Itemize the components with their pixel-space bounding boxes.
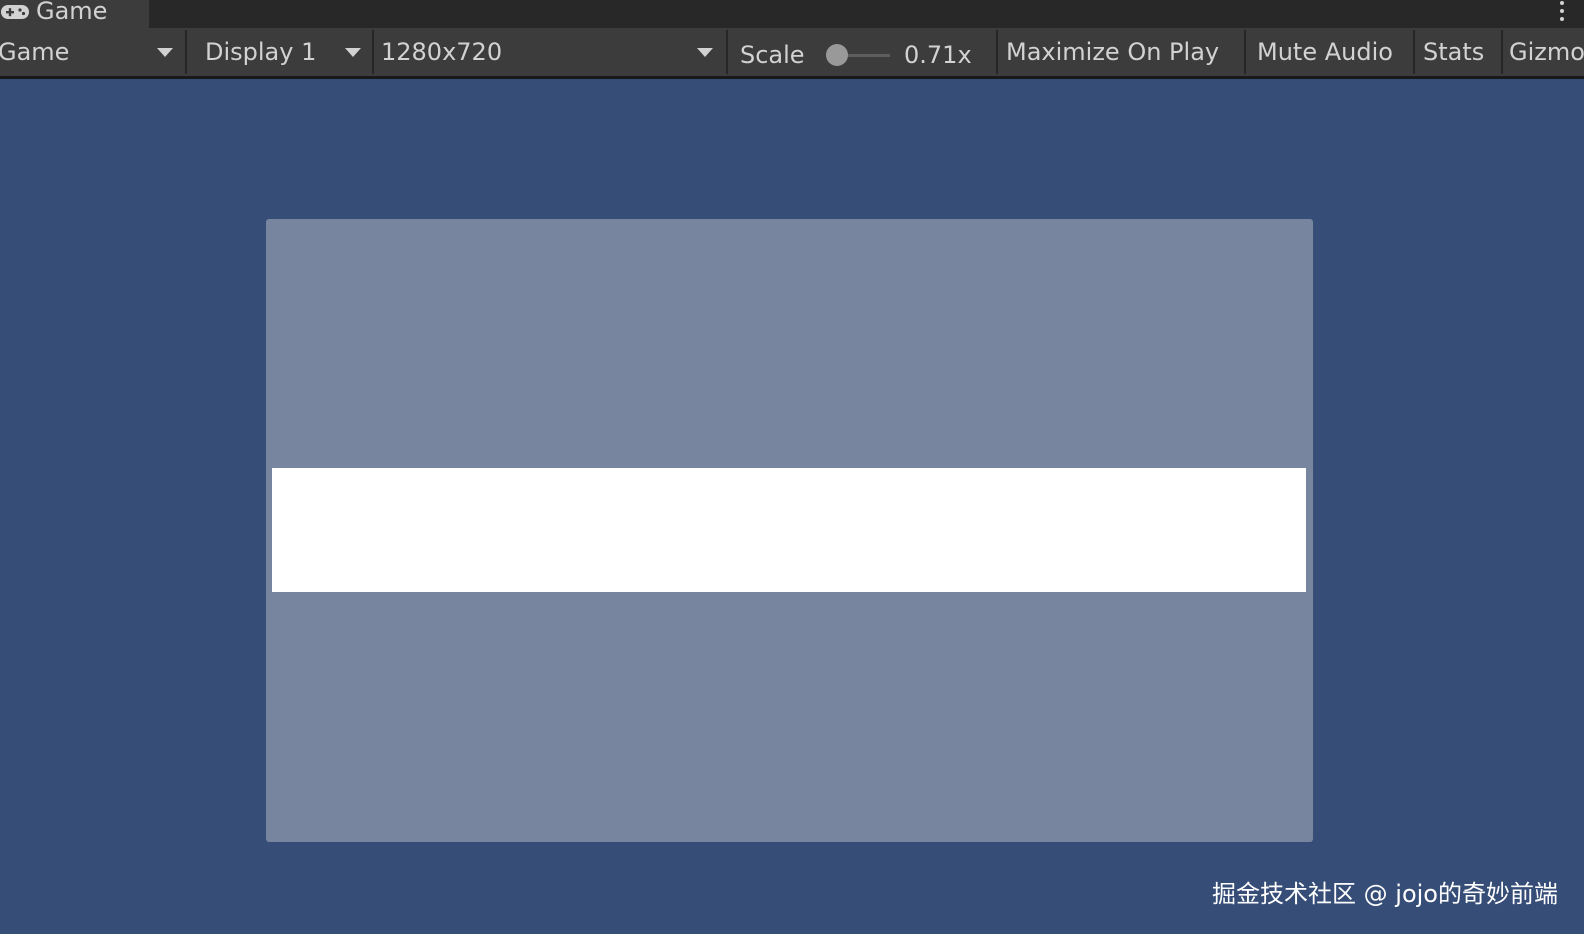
- display-label: Display 1: [205, 38, 317, 66]
- toolbar-separator: [185, 30, 187, 74]
- chevron-down-icon[interactable]: [345, 48, 361, 57]
- view-mode-label: Game: [0, 38, 70, 66]
- display-dropdown[interactable]: Display 1: [205, 28, 335, 76]
- toolbar-separator: [372, 30, 374, 74]
- stats-button[interactable]: Stats: [1423, 28, 1499, 76]
- resolution-dropdown[interactable]: 1280x720: [381, 28, 681, 76]
- watermark-text: 掘金技术社区 @ jojo的奇妙前端: [1212, 880, 1558, 908]
- scale-label: Scale: [740, 41, 805, 69]
- toolbar-separator: [1244, 30, 1246, 74]
- window-tab-bar: Game: [0, 0, 1584, 28]
- game-toolbar: Game Display 1 1280x720 Scale 0.71x Maxi…: [0, 28, 1584, 79]
- toolbar-separator: [1413, 30, 1415, 74]
- chevron-down-icon[interactable]: [157, 48, 173, 57]
- gizmos-button[interactable]: Gizmos: [1509, 28, 1584, 76]
- resolution-label: 1280x720: [381, 38, 503, 66]
- gamepad-icon: [1, 5, 29, 19]
- mute-audio-button[interactable]: Mute Audio: [1257, 28, 1407, 76]
- toolbar-separator: [726, 30, 728, 74]
- white-bar-sprite: [272, 468, 1306, 592]
- toolbar-separator: [996, 30, 998, 74]
- more-options-icon[interactable]: [1558, 0, 1566, 22]
- chevron-down-icon[interactable]: [697, 48, 713, 57]
- scale-value: 0.71x: [904, 41, 972, 69]
- tab-title: Game: [36, 0, 108, 25]
- tab-game[interactable]: Game: [0, 0, 149, 28]
- maximize-on-play-button[interactable]: Maximize On Play: [1006, 28, 1238, 76]
- scale-slider-handle[interactable]: [826, 44, 848, 66]
- toolbar-separator: [1501, 30, 1503, 74]
- view-mode-dropdown[interactable]: Game: [0, 28, 150, 76]
